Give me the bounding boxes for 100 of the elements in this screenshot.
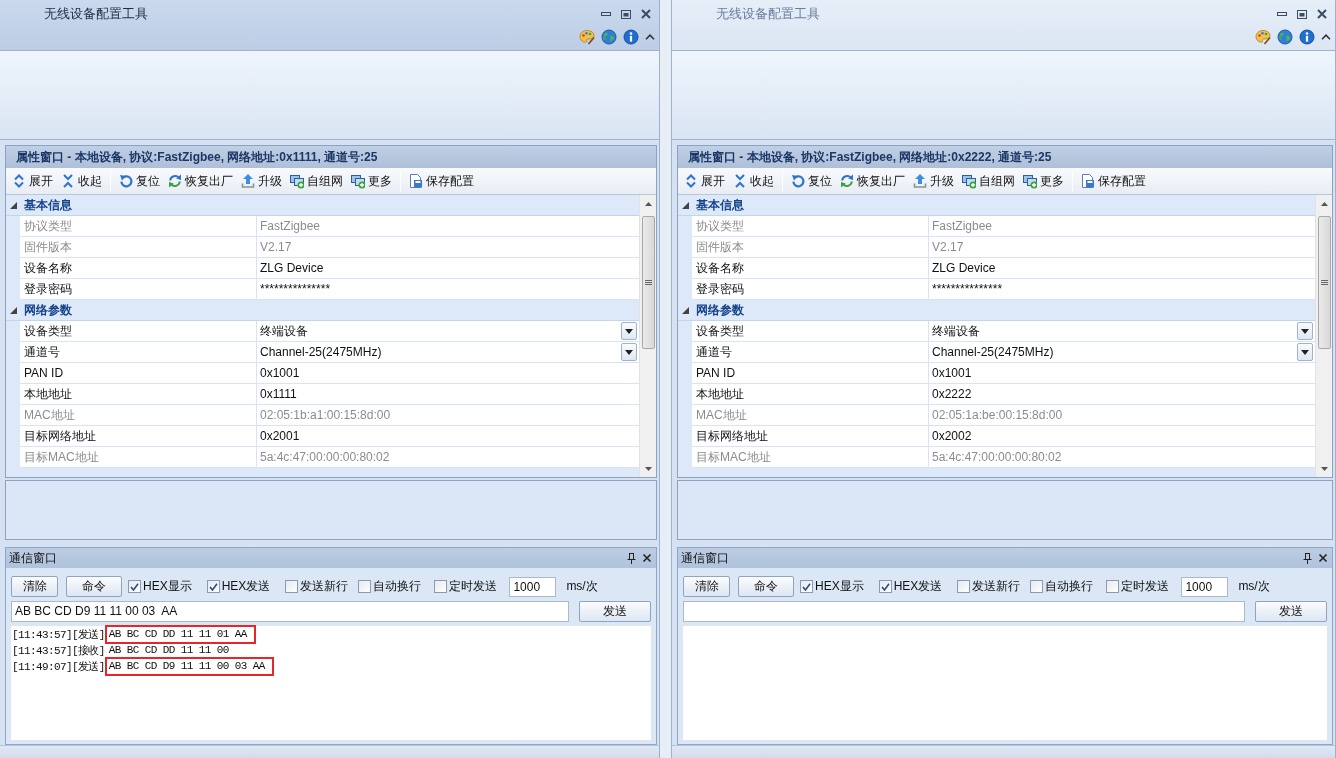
category-label: 基本信息 (23, 196, 72, 214)
checkbox[interactable] (285, 580, 299, 593)
checkbox[interactable] (434, 580, 448, 593)
property-row[interactable]: 通道号 Channel-25(2475MHz) (20, 342, 639, 363)
checkbox-label[interactable]: 自动换行 (373, 578, 422, 595)
property-row[interactable]: 本地地址 0x1111 (20, 384, 639, 405)
checkbox[interactable] (800, 580, 813, 593)
info-icon[interactable] (623, 29, 639, 45)
toolbar-button[interactable]: 升级 (241, 170, 282, 192)
checkbox-label[interactable]: HEX显示 (143, 578, 192, 595)
dropdown-button[interactable] (621, 343, 637, 361)
pin-icon[interactable] (627, 552, 636, 564)
maximize-button[interactable] (618, 7, 634, 21)
checkbox[interactable] (1030, 580, 1044, 593)
send-input[interactable] (683, 600, 1245, 622)
property-row[interactable]: 登录密码 *************** (20, 279, 639, 300)
property-row[interactable]: PAN ID 0x1001 (20, 363, 639, 384)
dropdown-button[interactable] (621, 322, 637, 340)
toolbar-button[interactable]: 展开 (684, 170, 725, 192)
chevron-up-icon[interactable] (645, 34, 655, 40)
toolbar-button[interactable]: 自组网 (962, 170, 1015, 192)
toolbar-button[interactable]: 清除 (11, 576, 58, 597)
toolbar-button[interactable]: 收起 (733, 170, 774, 192)
chevron-up-icon[interactable] (1321, 34, 1331, 40)
palette-icon[interactable] (579, 29, 595, 45)
checkbox-label[interactable]: HEX发送 (221, 578, 271, 595)
globe-icon[interactable] (601, 29, 617, 45)
property-row[interactable]: 目标网络地址 0x2001 (20, 426, 639, 447)
property-row[interactable]: 通道号 Channel-25(2475MHz) (692, 342, 1315, 363)
toolbar-button[interactable]: 命令 (66, 576, 122, 597)
checkbox-label[interactable]: 定时发送 (449, 578, 498, 595)
property-row[interactable]: 本地地址 0x2222 (692, 384, 1315, 405)
interval-input[interactable]: 1000 (1181, 576, 1229, 597)
property-row[interactable]: 设备名称 ZLG Device (20, 258, 639, 279)
save-document-icon (1081, 173, 1095, 189)
toolbar-button[interactable]: 清除 (683, 576, 730, 597)
toolbar-button[interactable]: 更多 (1023, 170, 1064, 192)
toolbar-button[interactable]: 保存配置 (1081, 170, 1146, 192)
property-row[interactable]: PAN ID 0x1001 (692, 363, 1315, 384)
checkbox[interactable] (358, 580, 372, 593)
toolbar-button[interactable]: 恢复出厂 (168, 170, 233, 192)
scroll-down-icon[interactable] (644, 466, 652, 471)
globe-icon[interactable] (1277, 29, 1293, 45)
checkbox-label[interactable]: HEX显示 (815, 578, 864, 595)
scroll-down-icon[interactable] (1320, 466, 1328, 471)
checkbox-label[interactable]: 定时发送 (1121, 578, 1170, 595)
expanded-triangle-icon[interactable] (9, 306, 17, 314)
scroll-up-icon[interactable] (1320, 201, 1328, 206)
toolbar-button[interactable]: 展开 (12, 170, 53, 192)
property-name: 固件版本 (692, 237, 929, 257)
checkbox-label[interactable]: 发送新行 (300, 578, 349, 595)
close-button[interactable] (1314, 7, 1330, 21)
send-button[interactable]: 发送 (1255, 600, 1327, 622)
pin-icon[interactable] (1303, 552, 1312, 564)
dropdown-button[interactable] (1297, 322, 1313, 340)
property-row[interactable]: 设备类型 终端设备 (20, 321, 639, 342)
scrollbar[interactable] (639, 195, 656, 477)
info-icon[interactable] (1299, 29, 1315, 45)
maximize-button[interactable] (1294, 7, 1310, 21)
toolbar-button[interactable]: 命令 (738, 576, 794, 597)
checkbox-label[interactable]: 发送新行 (972, 578, 1021, 595)
property-row[interactable]: 登录密码 *************** (692, 279, 1315, 300)
toolbar-button[interactable]: 升级 (913, 170, 954, 192)
caret-down-icon (625, 349, 633, 355)
send-button[interactable]: 发送 (579, 600, 651, 622)
expanded-triangle-icon[interactable] (9, 201, 17, 209)
close-button[interactable] (638, 7, 654, 21)
property-value: 0x2002 (932, 429, 972, 443)
checkbox[interactable] (878, 580, 892, 593)
scroll-up-icon[interactable] (644, 201, 652, 206)
toolbar-button[interactable]: 恢复出厂 (840, 170, 905, 192)
property-row[interactable]: 目标网络地址 0x2002 (692, 426, 1315, 447)
toolbar-button[interactable]: 更多 (351, 170, 392, 192)
checkbox[interactable] (957, 580, 971, 593)
dropdown-button[interactable] (1297, 343, 1313, 361)
expanded-triangle-icon[interactable] (681, 201, 689, 209)
toolbar-button[interactable]: 自组网 (290, 170, 343, 192)
property-row[interactable]: 设备名称 ZLG Device (692, 258, 1315, 279)
property-value: 5a:4c:47:00:00:00:80:02 (260, 450, 390, 464)
interval-input[interactable]: 1000 (509, 576, 557, 597)
property-value: Channel-25(2475MHz) (932, 345, 1054, 359)
scrollbar-thumb[interactable] (1317, 216, 1331, 349)
toolbar-button[interactable]: 收起 (61, 170, 102, 192)
toolbar-button[interactable]: 复位 (119, 170, 160, 192)
close-icon[interactable] (642, 553, 652, 563)
palette-icon[interactable] (1255, 29, 1271, 45)
property-row[interactable]: 设备类型 终端设备 (692, 321, 1315, 342)
toolbar-button[interactable]: 保存配置 (409, 170, 474, 192)
checkbox-label[interactable]: 自动换行 (1045, 578, 1094, 595)
scrollbar-thumb[interactable] (641, 216, 655, 349)
expanded-triangle-icon[interactable] (681, 306, 689, 314)
checkbox[interactable] (1106, 580, 1120, 593)
checkbox-label[interactable]: HEX发送 (893, 578, 943, 595)
send-input[interactable]: AB BC CD D9 11 11 00 03 AA (11, 600, 569, 622)
checkbox[interactable] (206, 580, 220, 593)
scrollbar[interactable] (1315, 195, 1332, 477)
checkbox[interactable] (128, 580, 141, 593)
close-icon[interactable] (1318, 553, 1328, 563)
monitors-plus-icon (290, 173, 304, 189)
toolbar-button[interactable]: 复位 (791, 170, 832, 192)
